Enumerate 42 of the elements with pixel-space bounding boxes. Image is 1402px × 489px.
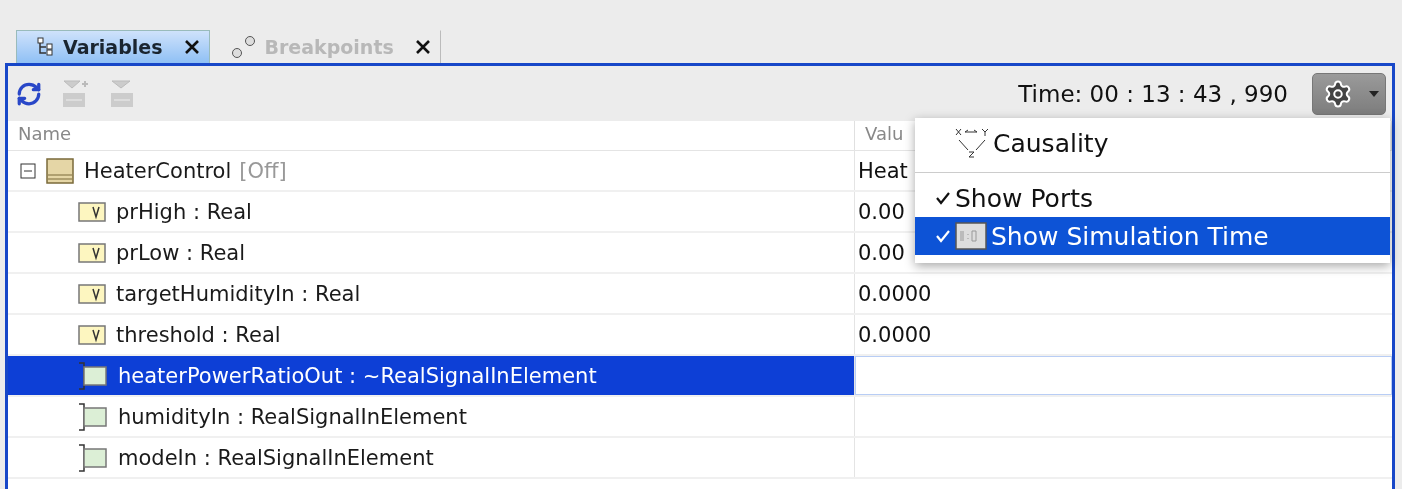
check-icon bbox=[935, 190, 951, 206]
variable-name: humidityIn : RealSignalInElement bbox=[118, 404, 467, 429]
variable-name: HeaterControl bbox=[84, 158, 232, 183]
menu-item[interactable]: Show Simulation Time bbox=[915, 217, 1390, 255]
port-icon bbox=[78, 443, 108, 472]
menu-item[interactable]: Causality bbox=[915, 124, 1390, 162]
block-icon bbox=[46, 157, 74, 184]
variable-icon bbox=[78, 283, 106, 304]
clock-display-icon bbox=[955, 222, 987, 250]
variable-icon bbox=[78, 242, 106, 263]
variable-icon bbox=[78, 201, 106, 222]
value-text: 0.0000 bbox=[858, 281, 932, 306]
port-icon bbox=[78, 402, 108, 431]
caret-icon bbox=[1369, 90, 1379, 97]
check-icon bbox=[935, 228, 951, 244]
value-text: 0.00 bbox=[858, 240, 905, 265]
circles-icon bbox=[230, 35, 257, 59]
variable-name: modeIn : RealSignalInElement bbox=[118, 445, 434, 470]
tree-row[interactable]: heaterPowerRatioOut : ~RealSignalInElement bbox=[8, 356, 855, 395]
column-header[interactable]: Name bbox=[8, 121, 855, 150]
value-text: 0.00 bbox=[858, 199, 905, 224]
variable-name: targetHumidityIn : Real bbox=[116, 281, 361, 306]
variable-name: prHigh : Real bbox=[116, 199, 252, 224]
settings-button[interactable] bbox=[1312, 72, 1386, 115]
tree-icon bbox=[37, 37, 55, 57]
state-label: [Off] bbox=[239, 158, 287, 183]
variable-name: heaterPowerRatioOut : ~RealSignalInElement bbox=[118, 363, 597, 388]
variable-icon bbox=[78, 324, 106, 345]
value-text: Heat bbox=[858, 158, 908, 183]
simulation-time: Time: 00 : 13 : 43 , 990 bbox=[1018, 80, 1288, 107]
settings-icon bbox=[1323, 78, 1353, 109]
collapse-icon[interactable] bbox=[20, 162, 36, 179]
value-text: 0.0000 bbox=[858, 322, 932, 347]
close-icon[interactable] bbox=[415, 40, 430, 54]
refresh-icon[interactable] bbox=[16, 80, 42, 107]
menu-item[interactable]: Show Ports bbox=[915, 179, 1390, 217]
tab[interactable]: Variables bbox=[16, 30, 210, 63]
variable-name: threshold : Real bbox=[116, 322, 281, 347]
port-icon bbox=[78, 361, 108, 390]
close-icon[interactable] bbox=[184, 40, 199, 54]
causality-icon bbox=[955, 128, 989, 158]
variable-name: prLow : Real bbox=[116, 240, 245, 265]
